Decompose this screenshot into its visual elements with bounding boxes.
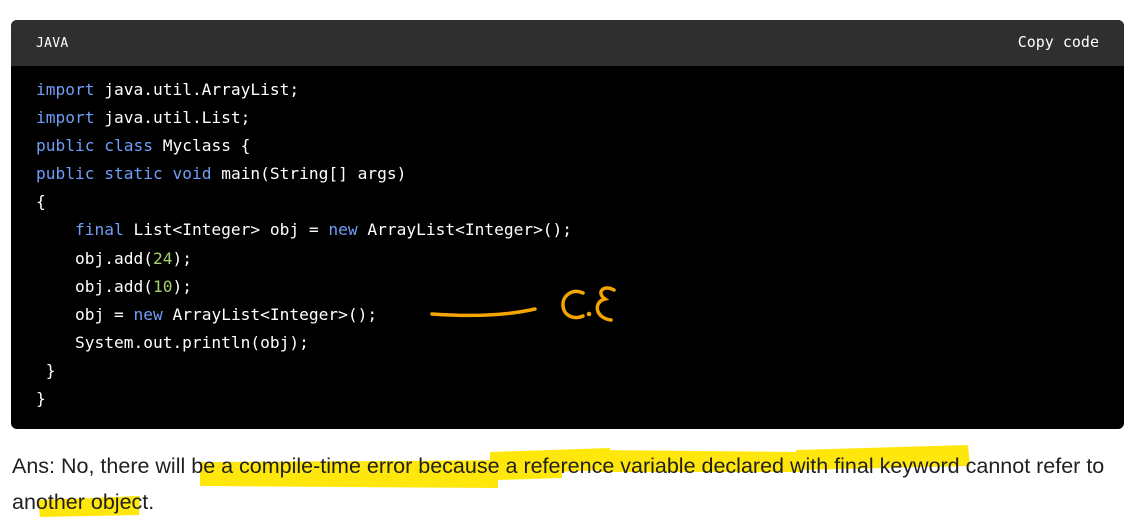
- answer-text: Ans: No, there will be a compile-time er…: [12, 454, 1105, 514]
- code-keyword: new: [133, 304, 163, 324]
- code-keyword: public: [36, 164, 95, 184]
- code-text: java.util.List;: [94, 108, 251, 128]
- code-keyword: final: [74, 220, 124, 240]
- code-text: java.util.ArrayList;: [94, 80, 300, 99]
- code-text: ArrayList<Integer>();: [357, 220, 573, 240]
- code-text: obj.add(: [36, 276, 153, 296]
- code-text: }: [36, 360, 56, 380]
- code-keyword: import: [36, 80, 95, 99]
- code-number: 24: [152, 248, 173, 268]
- code-text: List<Integer> obj =: [123, 220, 329, 240]
- code-line: {: [36, 188, 1114, 216]
- code-keyword: import: [36, 108, 95, 128]
- code-keyword: void: [172, 164, 212, 184]
- code-line: import java.util.List;: [36, 104, 1114, 132]
- code-line: System.out.println(obj);: [36, 329, 1114, 357]
- code-line: }: [36, 385, 1114, 413]
- code-text: System.out.println(obj);: [36, 332, 309, 352]
- code-block-header: JAVA Copy code: [11, 20, 1124, 66]
- code-block: JAVA Copy code import java.util.ArrayLis…: [11, 20, 1124, 429]
- copy-code-button[interactable]: Copy code: [1018, 33, 1099, 51]
- code-keyword: new: [328, 220, 358, 240]
- code-language-label: JAVA: [36, 36, 69, 51]
- code-line: import java.util.ArrayList;: [36, 76, 1114, 104]
- code-text: {: [36, 192, 46, 212]
- code-keyword: public: [36, 136, 95, 156]
- code-line: obj.add(10);: [36, 273, 1114, 301]
- code-number: 10: [152, 276, 173, 296]
- code-text: main(String[] args): [211, 164, 407, 184]
- code-text: );: [172, 248, 192, 268]
- code-text: ArrayList<Integer>();: [162, 304, 378, 324]
- code-line: final List<Integer> obj = new ArrayList<…: [36, 216, 1114, 244]
- code-line: obj = new ArrayList<Integer>();: [36, 301, 1114, 329]
- code-text: Myclass {: [152, 136, 251, 156]
- code-text: obj =: [36, 304, 134, 324]
- code-text: obj.add(: [36, 248, 153, 268]
- code-line: obj.add(24);: [36, 245, 1114, 273]
- code-line: public static void main(String[] args): [36, 160, 1114, 188]
- code-keyword: class: [104, 136, 153, 156]
- code-line: }: [36, 357, 1114, 385]
- code-content: import java.util.ArrayList; import java.u…: [36, 76, 1114, 413]
- code-text: );: [172, 276, 192, 296]
- code-text: }: [36, 389, 46, 409]
- code-keyword: static: [104, 164, 163, 184]
- code-line: public class Myclass {: [36, 132, 1114, 160]
